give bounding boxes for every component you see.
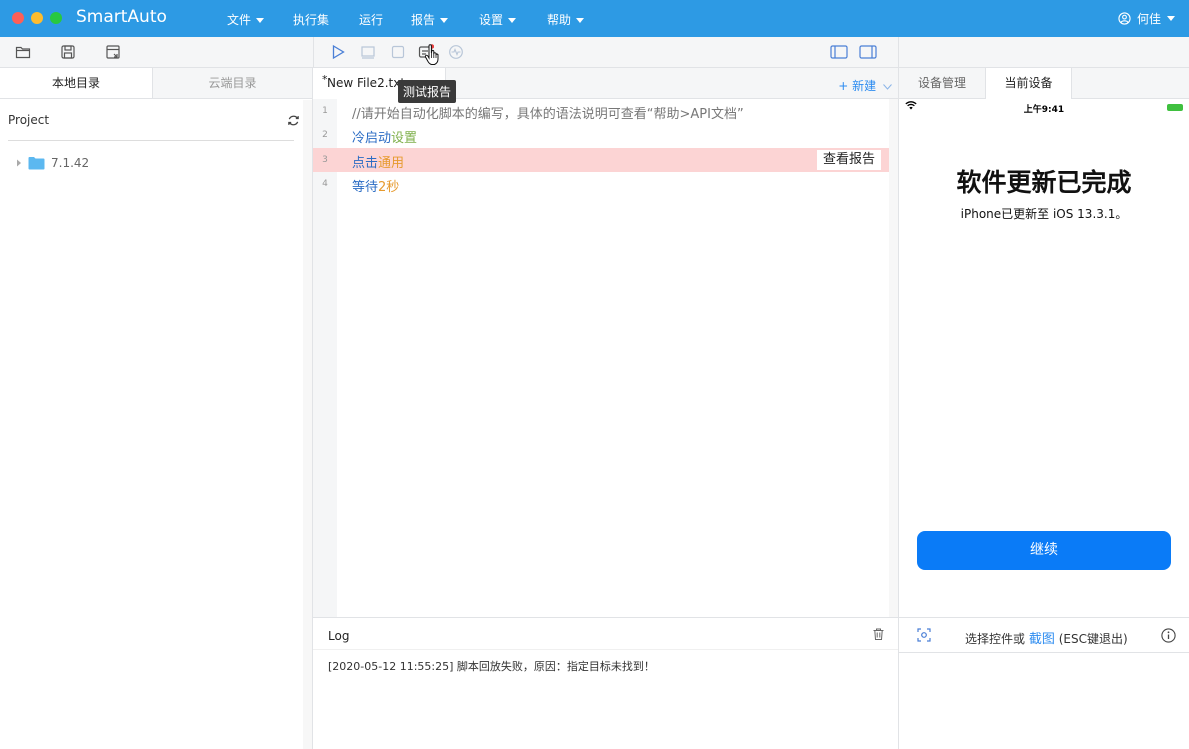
minimize-window-button[interactable]	[31, 12, 43, 24]
toolbar-divider	[898, 37, 899, 68]
line-number: 4	[322, 179, 328, 189]
divider	[8, 140, 294, 141]
project-label: Project	[8, 113, 50, 127]
left-panel-tabs: 本地目录 云端目录	[0, 68, 312, 99]
save-icon[interactable]	[60, 44, 76, 60]
battery-icon	[1167, 104, 1183, 111]
log-title: Log	[328, 629, 350, 643]
device-panel: 设备管理 当前设备 上午9:41 软件更新已完成 iPhone已更新至 iOS …	[898, 68, 1189, 749]
chevron-down-icon	[508, 18, 517, 23]
step-icon[interactable]	[360, 44, 376, 60]
code-line[interactable]: 2 冷启动设置	[313, 123, 889, 147]
save-as-icon[interactable]	[105, 44, 121, 60]
tab-current-device[interactable]: 当前设备	[985, 68, 1072, 100]
title-bar: SmartAuto 文件 执行集 运行 报告 设置 帮助 何佳	[0, 0, 1189, 37]
code-argument: 2秒	[378, 180, 400, 195]
user-icon	[1118, 12, 1131, 25]
modified-marker: *	[322, 73, 328, 86]
info-icon[interactable]	[1161, 628, 1176, 643]
update-subtitle: iPhone已更新至 iOS 13.3.1。	[960, 207, 1128, 221]
code-line-error[interactable]: 3 点击通用 查看报告	[313, 148, 889, 172]
inspector-bar: 选择控件或 截图 (ESC键退出)	[899, 617, 1189, 653]
left-panel: 本地目录 云端目录 Project 7.1.42	[0, 68, 313, 749]
code-text: 等待2秒	[352, 176, 399, 195]
menu-run[interactable]: 运行	[359, 11, 383, 28]
line-number: 2	[322, 130, 328, 140]
trash-icon[interactable]	[873, 628, 884, 640]
scan-target-icon[interactable]	[917, 628, 931, 642]
code-argument: 通用	[378, 156, 405, 171]
menu-suite[interactable]: 执行集	[293, 11, 329, 28]
toolbar-divider	[313, 37, 314, 68]
project-header: Project	[8, 113, 299, 131]
log-entry: [2020-05-12 11:55:25] 脚本回放失败，原因：指定目标未找到！	[328, 660, 655, 673]
folder-icon	[28, 157, 45, 170]
phone-status-bar: 上午9:41	[899, 99, 1189, 115]
tab-local-directory[interactable]: 本地目录	[0, 68, 152, 98]
user-menu[interactable]: 何佳	[1118, 10, 1175, 27]
left-scrollbar[interactable]	[303, 100, 312, 749]
stop-icon[interactable]	[390, 44, 406, 60]
screenshot-link[interactable]: 截图	[1029, 632, 1055, 647]
chevron-down-icon	[576, 18, 585, 23]
code-comment: //请开始自动化脚本的编写，具体的语法说明可查看“帮助>API文档”	[352, 107, 744, 122]
app-name: SmartAuto	[76, 7, 167, 27]
chevron-down-icon	[883, 84, 892, 90]
device-panel-tabs: 设备管理 当前设备	[899, 68, 1189, 100]
menu-report[interactable]: 报告	[411, 11, 449, 28]
app-window: SmartAuto 文件 执行集 运行 报告 设置 帮助 何佳 本地目录 云端目…	[0, 0, 1189, 749]
editor-scrollbar[interactable]	[889, 99, 898, 617]
menu-file[interactable]: 文件	[227, 11, 265, 28]
code-line[interactable]: 4 等待2秒	[313, 172, 889, 196]
code-keyword: 等待	[352, 180, 379, 195]
update-title: 软件更新已完成	[956, 168, 1132, 197]
chevron-right-icon[interactable]	[16, 159, 22, 167]
performance-icon[interactable]	[448, 44, 464, 60]
toggle-right-panel-icon[interactable]	[859, 44, 877, 60]
code-keyword: 点击	[352, 156, 379, 171]
log-header: Log	[313, 618, 898, 650]
toolbar	[0, 37, 1189, 68]
code-text: 冷启动设置	[352, 127, 417, 146]
play-icon[interactable]	[330, 44, 346, 60]
tab-device-management[interactable]: 设备管理	[899, 68, 985, 99]
tab-title: New File2.txt	[327, 76, 406, 90]
phone-time: 上午9:41	[1023, 105, 1065, 115]
toggle-left-panel-icon[interactable]	[830, 44, 848, 60]
view-report-button[interactable]: 查看报告	[816, 150, 881, 170]
line-number: 1	[322, 106, 328, 116]
new-file-button[interactable]: + 新建	[838, 77, 892, 94]
hand-cursor-icon	[424, 44, 439, 65]
chevron-down-icon	[440, 18, 449, 23]
line-number: 3	[322, 155, 328, 165]
chevron-down-icon	[1167, 16, 1175, 21]
chevron-down-icon	[256, 18, 265, 23]
close-window-button[interactable]	[12, 12, 24, 24]
menu-help[interactable]: 帮助	[547, 11, 585, 28]
tab-cloud-directory[interactable]: 云端目录	[152, 68, 312, 98]
open-folder-icon[interactable]	[15, 44, 31, 60]
device-screen[interactable]: 上午9:41 软件更新已完成 iPhone已更新至 iOS 13.3.1。 继续	[899, 99, 1189, 617]
continue-button[interactable]: 继续	[917, 531, 1171, 570]
zoom-window-button[interactable]	[50, 12, 62, 24]
menu-settings[interactable]: 设置	[479, 11, 517, 28]
inspector-hint: 选择控件或 截图 (ESC键退出)	[965, 632, 1128, 647]
tooltip: 测试报告	[398, 80, 457, 103]
refresh-icon[interactable]	[287, 114, 300, 127]
code-keyword: 冷启动	[352, 131, 392, 146]
folder-name: 7.1.42	[51, 156, 90, 170]
user-name: 何佳	[1136, 12, 1161, 26]
code-text: 点击通用	[352, 152, 404, 171]
log-panel: Log [2020-05-12 11:55:25] 脚本回放失败，原因：指定目标…	[313, 617, 898, 749]
code-argument: 设置	[391, 131, 418, 146]
tree-item-folder[interactable]: 7.1.42	[16, 156, 89, 170]
